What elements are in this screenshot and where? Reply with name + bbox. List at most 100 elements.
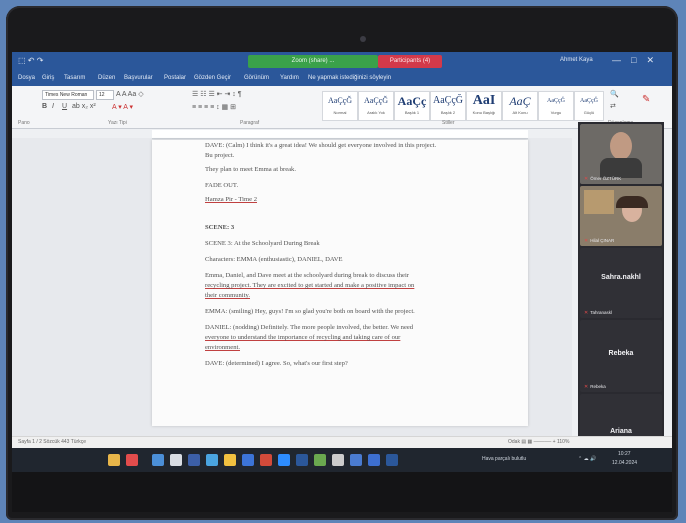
- strikethrough-icon[interactable]: ab x₂ x²: [72, 103, 96, 110]
- participant-display-name: Rebeka: [608, 350, 634, 357]
- zoom-controls[interactable]: Odak ▤ ▦ ───── + 110%: [508, 439, 569, 445]
- widgets-icon[interactable]: [108, 454, 120, 466]
- participant-name-text: Hilal ÇINAR: [590, 238, 615, 243]
- italic-button[interactable]: I: [52, 103, 54, 110]
- doc-line: SCENE 3: At the Schoolyard During Break: [205, 240, 320, 247]
- style-subtitle[interactable]: AaÇ Alt Konu: [502, 91, 538, 121]
- ribbon: Times New Roman 12 A A Aa ◇ B I U ab x₂ …: [12, 86, 672, 129]
- participant-hair: [616, 196, 648, 208]
- zoom-icon[interactable]: [278, 454, 290, 466]
- participant-tile-2[interactable]: ✕ Hilal ÇINAR: [580, 186, 662, 246]
- editor-icon[interactable]: ✎: [642, 94, 650, 105]
- screen-share-banner[interactable]: Zoom (share) ...: [248, 55, 378, 68]
- list-icons[interactable]: ☰ ☷ ☰ ⇤ ⇥ ↕ ¶: [192, 90, 242, 98]
- word-active-icon[interactable]: [386, 454, 398, 466]
- tray-icons[interactable]: ⌃ ☁ 🔊: [578, 456, 596, 462]
- menu-design[interactable]: Tasarım: [64, 75, 85, 81]
- menu-review[interactable]: Gözden Geçir: [194, 75, 231, 81]
- taskbar: Hava parçalı bulutlu ⌃ ☁ 🔊 10:27 12.04.2…: [12, 448, 672, 472]
- clock-date[interactable]: 12.04.2024: [612, 460, 637, 466]
- font-size-dropdown[interactable]: 12: [96, 90, 114, 100]
- style-sample: AaÇçĞ: [433, 95, 463, 106]
- doc-line: FADE OUT.: [205, 182, 239, 189]
- font-color-icon[interactable]: A ▾ A ▾: [112, 103, 133, 111]
- window-controls[interactable]: —□✕: [612, 55, 664, 66]
- participant-display-name: Sahra.nakhl: [601, 274, 641, 281]
- app-icon-blue[interactable]: [350, 454, 362, 466]
- style-title[interactable]: AaI Konu Başlığı: [466, 91, 502, 121]
- alignment-icons[interactable]: ≡ ≡ ≡ ≡ ↕ ▦ ⊞: [192, 103, 236, 111]
- tell-me-search[interactable]: Ne yapmak istediğinizi söyleyin: [308, 75, 391, 81]
- participant-name: ✕ Hilal ÇINAR: [584, 238, 614, 244]
- menu-view[interactable]: Görünüm: [244, 75, 269, 81]
- app-icon-blue-2[interactable]: [368, 454, 380, 466]
- menu-home[interactable]: Giriş: [42, 75, 54, 81]
- style-heading-1[interactable]: AaÇç Başlık 1: [394, 91, 430, 121]
- style-name: Başlık 2: [440, 110, 456, 115]
- doc-line: Characters: EMMA (enthusiastic), DANIEL,…: [205, 256, 343, 263]
- weather-tray[interactable]: Hava parçalı bulutlu: [482, 456, 526, 462]
- title-bar: ⬚ ↶ ↷ Zoom (share) ... Participants (4) …: [12, 52, 672, 72]
- participant-tile-4[interactable]: Rebeka ✕ Rebeka: [580, 320, 662, 392]
- participant-tile-1[interactable]: ✕ Ömer ÖZTÜRK: [580, 124, 662, 184]
- account-name[interactable]: Ahmet Kaya: [560, 57, 593, 63]
- share-banner-text: Zoom (share) ...: [291, 58, 335, 64]
- app-icon-green[interactable]: [314, 454, 326, 466]
- style-name: Başlık 1: [404, 110, 420, 115]
- task-view-icon[interactable]: [188, 454, 200, 466]
- app-icon-grey[interactable]: [332, 454, 344, 466]
- menu-help[interactable]: Yardım: [280, 75, 299, 81]
- style-heading-2[interactable]: AaÇçĞ Başlık 2: [430, 91, 466, 121]
- maximize-button[interactable]: □: [631, 55, 646, 65]
- edge-icon[interactable]: [206, 454, 218, 466]
- replace-icon[interactable]: ⇄: [610, 102, 616, 110]
- participants-banner-text: Participants (4): [389, 58, 431, 64]
- participant-tile-3[interactable]: Sahra.nakhl ✕ Tahranaskl: [580, 248, 662, 318]
- menu-references[interactable]: Başvurular: [124, 75, 153, 81]
- mic-muted-icon: ✕: [584, 310, 589, 316]
- store-icon[interactable]: [242, 454, 254, 466]
- start-icon[interactable]: [152, 454, 164, 466]
- participant-name: ✕ Tahranaskl: [584, 310, 612, 316]
- document-page[interactable]: DAVE: (Calm) I think it's a great idea! …: [152, 140, 528, 426]
- doc-line: DANIEL: (nodding) Definitely. The more p…: [205, 324, 414, 331]
- search-icon[interactable]: [170, 454, 182, 466]
- font-name-dropdown[interactable]: Times New Roman: [42, 90, 94, 100]
- participant-video: [610, 132, 632, 160]
- style-name: Vurgu: [550, 110, 562, 115]
- doc-line: Bu project.: [205, 152, 235, 159]
- underline-button[interactable]: U: [62, 103, 67, 110]
- menu-file[interactable]: Dosya: [18, 75, 35, 81]
- status-left: Sayfa 1 / 2 Sözcük 443 Türkçe: [18, 439, 87, 445]
- menu-mailings[interactable]: Postalar: [164, 75, 186, 81]
- style-name: Güçlü: [583, 110, 595, 115]
- style-strong[interactable]: AaÇçĞ Güçlü: [574, 91, 604, 121]
- bold-button[interactable]: B: [42, 103, 47, 110]
- style-no-spacing[interactable]: AaÇçĞ Aralık Yok: [358, 91, 394, 121]
- close-button[interactable]: ✕: [646, 55, 664, 65]
- style-normal[interactable]: AaÇçĞ Normal: [322, 91, 358, 121]
- doc-line: DAVE: (Calm) I think it's a great idea! …: [205, 142, 437, 149]
- participants-banner[interactable]: Participants (4): [378, 55, 442, 68]
- style-emphasis[interactable]: AaÇçĞ Vurgu: [538, 91, 574, 121]
- office-icon[interactable]: [260, 454, 272, 466]
- file-explorer-icon[interactable]: [224, 454, 236, 466]
- doc-line: Hamza Pir - Time 2: [205, 196, 258, 203]
- style-sample: AaÇçĞ: [364, 96, 388, 105]
- app-icon[interactable]: [126, 454, 138, 466]
- participant-name-text: Tahranaskl: [590, 310, 612, 315]
- font-grow-icon[interactable]: A A Aa ◇: [116, 90, 144, 98]
- clock-time[interactable]: 10:27: [618, 451, 631, 457]
- word-icon[interactable]: [296, 454, 308, 466]
- find-icon[interactable]: 🔍: [610, 90, 619, 98]
- group-label-paragraph: Paragraf: [240, 120, 260, 126]
- webcam: [360, 36, 366, 42]
- menu-layout[interactable]: Düzen: [98, 75, 115, 81]
- quick-access-toolbar[interactable]: ⬚ ↶ ↷: [18, 56, 43, 65]
- participant-name-text: Ömer ÖZTÜRK: [590, 176, 622, 181]
- minimize-button[interactable]: —: [612, 55, 631, 65]
- doc-line: recycling project. They are excited to g…: [205, 282, 415, 289]
- laptop-bezel: [12, 472, 672, 512]
- style-sample: AaÇ: [509, 94, 531, 108]
- scene-heading: SCENE: 3: [205, 224, 235, 231]
